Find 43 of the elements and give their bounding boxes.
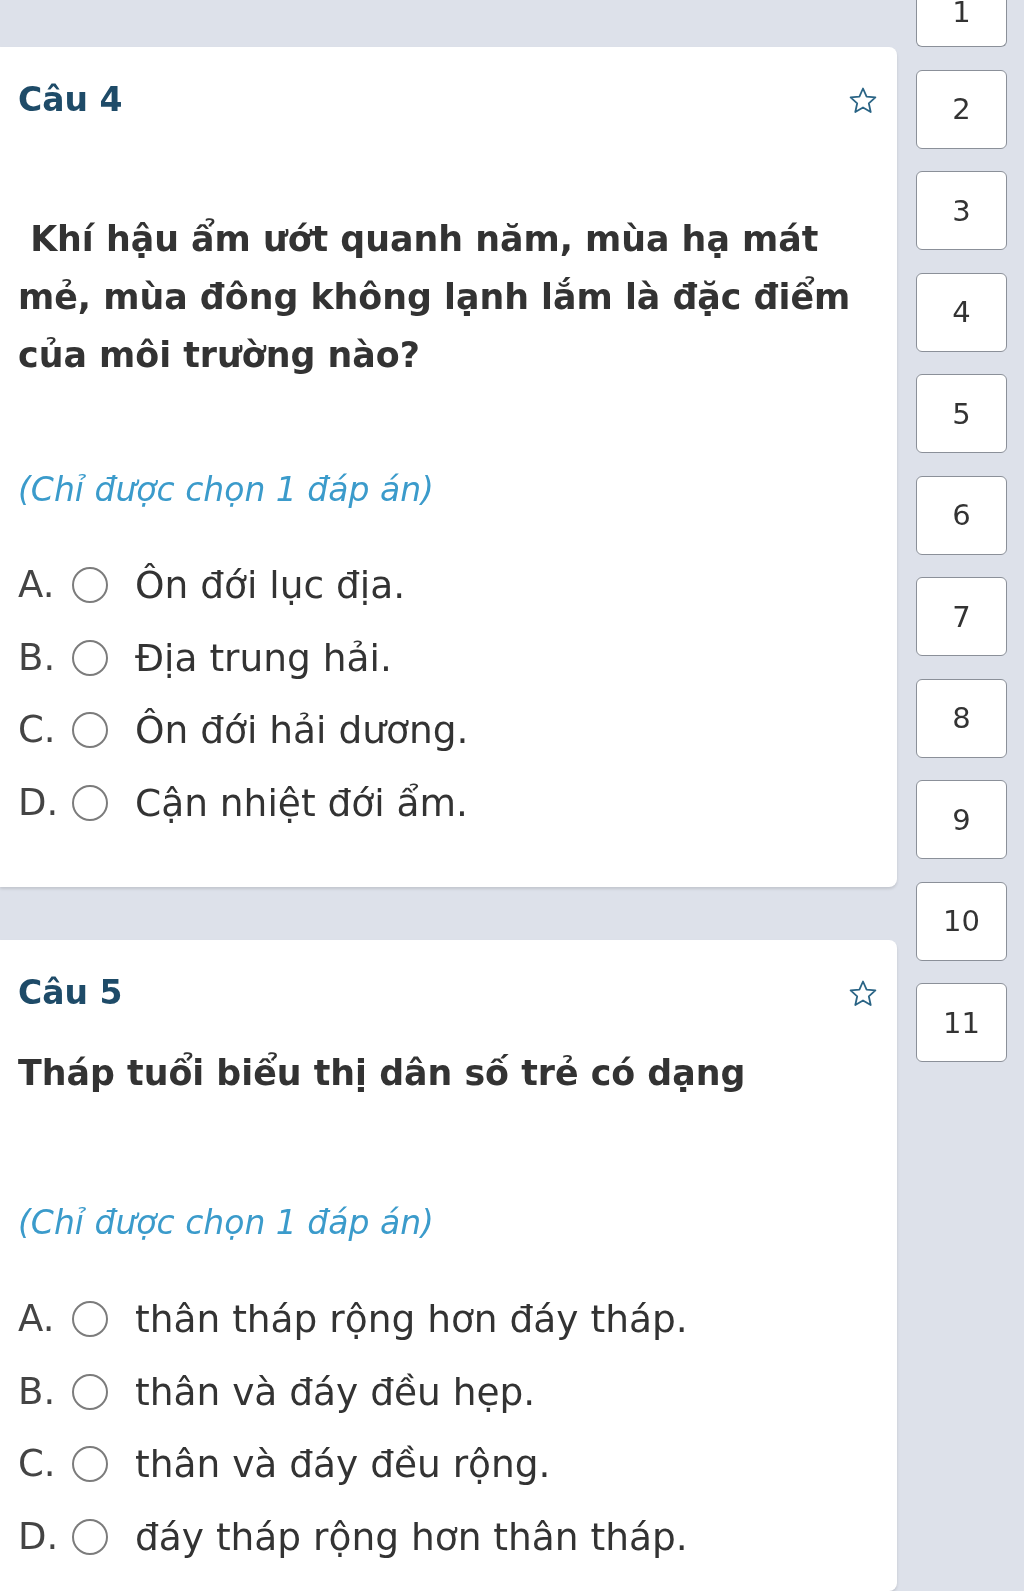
question-number-button[interactable]: 9 (916, 780, 1007, 859)
question-number-button[interactable]: 2 (916, 69, 1007, 149)
option-text[interactable]: Ôn đới hải dương. (135, 707, 469, 754)
question-number: Câu 5 (18, 972, 123, 1014)
option-text[interactable]: thân tháp rộng hơn đáy tháp. (135, 1296, 688, 1343)
radio-button[interactable] (72, 1373, 108, 1410)
option-text[interactable]: Địa trung hải. (135, 634, 392, 681)
question-number-button[interactable]: 1 (916, 0, 1007, 47)
option-letter: C. (18, 1441, 57, 1488)
star-icon[interactable] (849, 979, 877, 1007)
question-text: Tháp tuổi biểu thị dân số trẻ có dạng (18, 1051, 747, 1095)
radio-button[interactable] (72, 784, 108, 821)
question-number-button[interactable]: 3 (916, 171, 1007, 250)
option-letter: B. (18, 634, 57, 681)
question-number-button[interactable]: 4 (916, 272, 1007, 352)
option-letter: D. (18, 1513, 60, 1560)
option-letter: D. (18, 779, 60, 826)
question-number-button[interactable]: 6 (916, 475, 1007, 555)
option-letter: A. (18, 562, 56, 609)
option-text[interactable]: thân và đáy đều rộng. (135, 1441, 551, 1488)
question-number-button[interactable]: 11 (916, 983, 1007, 1062)
radio-button[interactable] (72, 1518, 108, 1555)
question-number-button[interactable]: 7 (916, 577, 1007, 656)
radio-button[interactable] (72, 712, 108, 749)
radio-button[interactable] (72, 639, 108, 676)
option-letter: C. (18, 707, 57, 754)
radio-button[interactable] (72, 1446, 108, 1483)
answer-hint: (Chỉ được chọn 1 đáp án) (18, 469, 434, 511)
option-text[interactable]: đáy tháp rộng hơn thân tháp. (135, 1513, 688, 1560)
question-number-button[interactable]: 5 (916, 374, 1007, 453)
radio-button[interactable] (72, 1301, 108, 1338)
option-letter: A. (18, 1296, 56, 1343)
question-number-button[interactable]: 10 (916, 881, 1007, 961)
option-text[interactable]: Cận nhiệt đới ẩm. (135, 779, 468, 826)
option-text[interactable]: Ôn đới lục địa. (135, 562, 406, 609)
answer-hint: (Chỉ được chọn 1 đáp án) (18, 1202, 434, 1244)
radio-button[interactable] (72, 567, 108, 604)
option-text[interactable]: thân và đáy đều hẹp. (135, 1368, 536, 1415)
question-number-button[interactable]: 8 (916, 678, 1007, 758)
question-text: Khí hậu ẩm ướt quanh năm, mùa hạ mát mẻ, mùa đông không lạnh lắm là đặc điểm của môi trường nào? (18, 217, 852, 377)
option-letter: B. (18, 1368, 57, 1415)
question-number: Câu 4 (18, 79, 123, 121)
star-icon[interactable] (849, 86, 877, 114)
